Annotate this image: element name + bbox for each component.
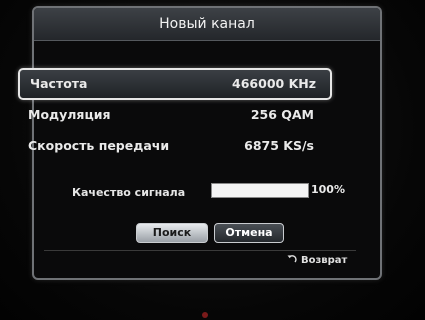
tv-indicator-light xyxy=(202,312,208,318)
symbol-rate-value: 6875 KS/s xyxy=(244,138,314,153)
modulation-label: Модуляция xyxy=(28,107,111,122)
signal-quality-value: 100% xyxy=(311,183,345,196)
return-label: Возврат xyxy=(301,255,348,266)
symbol-rate-field[interactable]: Скорость передачи 6875 KS/s xyxy=(18,132,328,160)
frequency-value: 466000 KHz xyxy=(232,76,316,91)
frequency-label: Частота xyxy=(30,76,88,91)
signal-quality-bar xyxy=(211,183,309,198)
signal-quality-label: Качество сигнала xyxy=(72,186,186,199)
modulation-field[interactable]: Модуляция 256 QAM xyxy=(18,101,328,129)
footer-divider xyxy=(44,250,356,251)
search-button[interactable]: Поиск xyxy=(136,223,208,243)
modulation-value: 256 QAM xyxy=(250,107,314,122)
symbol-rate-label: Скорость передачи xyxy=(28,138,170,153)
frequency-field[interactable]: Частота 466000 KHz xyxy=(18,68,332,100)
signal-quality-fill xyxy=(212,184,308,197)
dialog-title: Новый канал xyxy=(34,8,380,41)
return-arrow-icon xyxy=(287,255,297,263)
cancel-button[interactable]: Отмена xyxy=(214,223,284,243)
tv-screen: Новый канал Частота 466000 KHz Модуляция… xyxy=(0,0,425,320)
return-hint[interactable]: Возврат xyxy=(287,254,347,266)
